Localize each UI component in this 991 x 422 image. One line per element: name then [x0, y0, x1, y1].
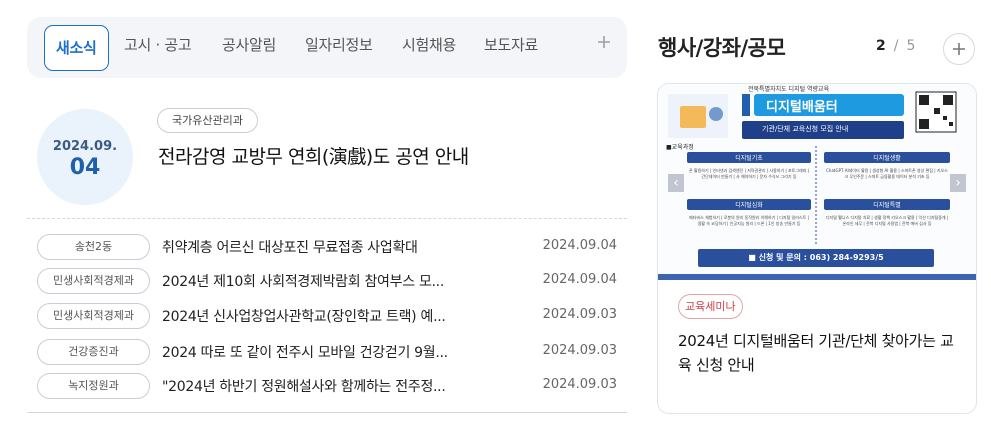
poster-section: ■교육과정	[666, 144, 694, 151]
pager-separator: /	[893, 38, 899, 54]
featured-date-year-month: 2024.09.	[52, 139, 118, 154]
department-badge: 건강증진과	[37, 339, 150, 365]
events-pager: 2 / 5	[876, 38, 915, 54]
news-list-item[interactable]: 송천2동 취약계층 어르신 대상포진 무료접종 사업확대 2024.09.04	[27, 234, 627, 260]
divider	[27, 218, 627, 219]
carousel-next-button[interactable]: ›	[950, 174, 966, 192]
chevron-left-icon: ‹	[673, 175, 679, 191]
news-tab-bar: 새소식 고시 · 공고 공사알림 일자리정보 시험채용 보도자료	[27, 17, 627, 78]
news-title[interactable]: 2024년 신사업창업사관학교(장인학교 트랙) 예...	[162, 306, 487, 326]
tab-construction[interactable]: 공사알림	[222, 28, 276, 62]
poster-course-basic: 디지털기초	[735, 155, 763, 162]
featured-date: 2024.09. 04	[37, 109, 133, 205]
department-badge: 민생사회적경제과	[37, 303, 150, 329]
news-date: 2024.09.04	[542, 272, 617, 287]
tab-news[interactable]: 새소식	[44, 25, 109, 71]
poster-desc-advanced: 메타버스 체험하기 | 로봇의 원리 동작원리 이해하기 | 디지털 일러스트 …	[689, 215, 809, 226]
event-category-badge: 교육세미나	[678, 294, 743, 319]
department-badge: 녹지정원과	[37, 373, 150, 399]
news-list-item[interactable]: 민생사회적경제과 2024년 제10회 사회적경제박람회 참여부스 모... 2…	[27, 268, 627, 294]
divider	[27, 412, 627, 413]
events-more-button[interactable]	[943, 33, 975, 65]
news-title[interactable]: 2024년 제10회 사회적경제박람회 참여부스 모...	[162, 271, 487, 291]
featured-date-day: 04	[69, 155, 101, 180]
department-badge: 송천2동	[37, 234, 150, 260]
news-date: 2024.09.04	[542, 238, 617, 253]
news-date: 2024.09.03	[542, 307, 617, 322]
news-list-item[interactable]: 민생사회적경제과 2024년 신사업창업사관학교(장인학교 트랙) 예... 2…	[27, 303, 627, 329]
poster-course-advanced: 디지털심화	[735, 202, 763, 209]
event-poster[interactable]: 전북특별자치도 디지털 역량교육 디지털배움터 기관/단체 교육신청 모집 안내…	[658, 84, 976, 274]
pager-total: 5	[906, 38, 916, 54]
plus-icon	[953, 43, 965, 55]
pager-current: 2	[876, 38, 886, 54]
poster-subtitle: 기관/단체 교육신청 모집 안내	[762, 125, 849, 133]
news-list-item[interactable]: 건강증진과 2024 따로 또 같이 전주시 모바일 건강걷기 9월... 20…	[27, 339, 627, 365]
tab-press[interactable]: 보도자료	[484, 28, 538, 62]
news-title[interactable]: "2024년 하반기 정원해설사와 함께하는 전주정...	[162, 376, 487, 396]
tab-recruitment[interactable]: 시험채용	[402, 28, 456, 62]
news-date: 2024.09.03	[542, 377, 617, 392]
poster-desc-life: ChatGPT AI데이터 활용 | 생성형 AI 활용 | 스마트폰 영상 편…	[826, 168, 948, 179]
news-title[interactable]: 2024 따로 또 같이 전주시 모바일 건강걷기 9월...	[162, 342, 487, 362]
news-list-item[interactable]: 녹지정원과 "2024년 하반기 정원해설사와 함께하는 전주정... 2024…	[27, 373, 627, 399]
poster-brand: 디지털배움터	[766, 100, 838, 115]
poster-desc-basic: 폰 활용하기 | 인터넷과 검색엔진 | 저작권관리 | 사용하기 | 포토그래…	[688, 168, 810, 179]
carousel-prev-button[interactable]: ‹	[668, 174, 684, 192]
events-heading: 행사/강좌/공모	[658, 36, 786, 60]
poster-contact: ■ 신청 및 문의 : 063) 284-9293/5	[748, 253, 884, 262]
plus-icon[interactable]	[593, 33, 615, 55]
news-date: 2024.09.03	[542, 343, 617, 358]
featured-department-badge: 국가유산관리과	[157, 108, 258, 133]
featured-title-link[interactable]: 전라감영 교방무 연희(演戲)도 공연 안내	[158, 142, 469, 169]
event-title-link[interactable]: 2024년 디지털배움터 기관/단체 찾아가는 교육 신청 안내	[678, 329, 958, 377]
chevron-right-icon: ›	[955, 175, 961, 191]
poster-bottom-bar	[658, 274, 976, 280]
event-card[interactable]: 전북특별자치도 디지털 역량교육 디지털배움터 기관/단체 교육신청 모집 안내…	[657, 83, 977, 414]
poster-desc-special: 디지털 웰니스 디지털 치료 | 생활 정책 키오스크 활용 | 익산 디지털중…	[825, 215, 949, 226]
poster-course-special: 디지털특별	[873, 202, 901, 209]
tab-notices[interactable]: 고시 · 공고	[124, 28, 192, 62]
poster-course-life: 디지털생활	[873, 155, 901, 162]
news-title[interactable]: 취약계층 어르신 대상포진 무료접종 사업확대	[162, 237, 487, 257]
department-badge: 민생사회적경제과	[37, 268, 150, 294]
poster-header: 전북특별자치도 디지털 역량교육	[748, 86, 830, 93]
tab-jobs[interactable]: 일자리정보	[305, 28, 373, 62]
